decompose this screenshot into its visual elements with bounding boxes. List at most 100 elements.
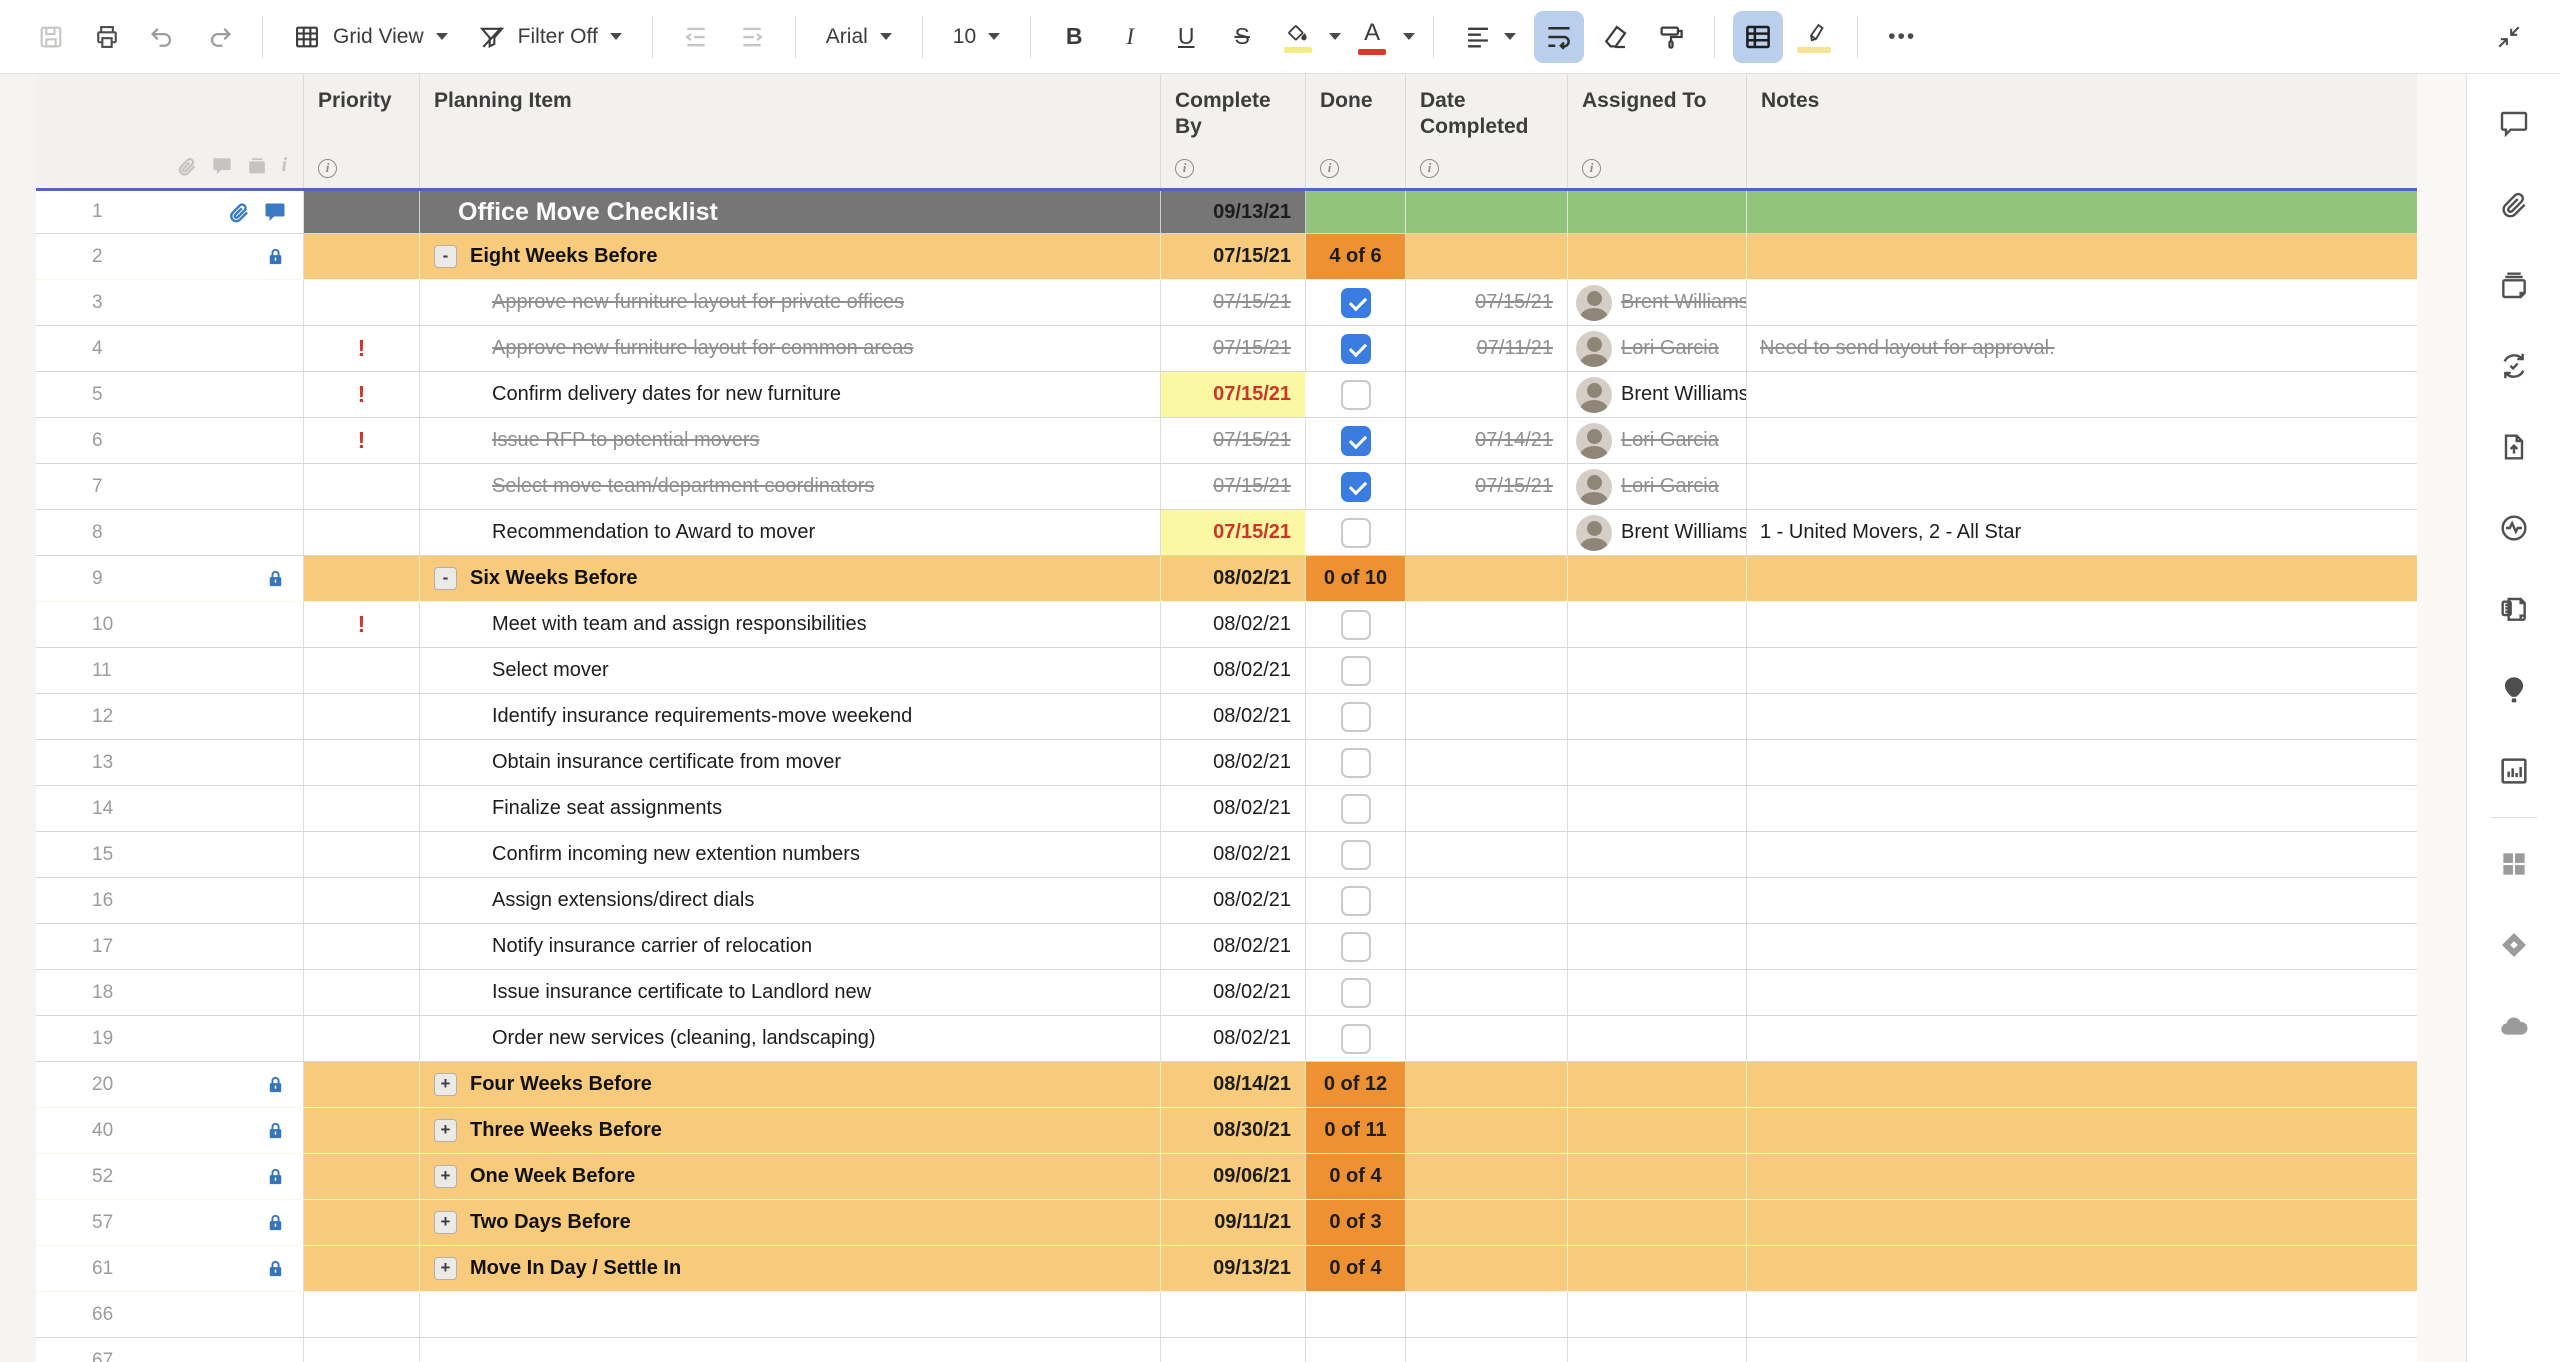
date-completed-cell[interactable] [1406, 740, 1568, 785]
assigned-to-cell[interactable] [1568, 1338, 1747, 1362]
priority-cell[interactable] [304, 556, 420, 601]
row-gutter[interactable]: 15 [36, 832, 304, 877]
row-gutter[interactable]: 61 [36, 1246, 304, 1291]
row-number[interactable]: 12 [92, 706, 140, 728]
complete-by-cell[interactable]: 08/14/21 [1161, 1062, 1306, 1107]
date-completed-cell[interactable] [1406, 372, 1568, 417]
assigned-to-cell[interactable] [1568, 1246, 1747, 1291]
complete-by-cell[interactable]: 08/02/21 [1161, 1016, 1306, 1061]
row-gutter[interactable]: 8 [36, 510, 304, 555]
bold-button[interactable]: B [1049, 11, 1099, 63]
assigned-to-cell[interactable] [1568, 1200, 1747, 1245]
row-number[interactable]: 20 [92, 1074, 140, 1096]
date-completed-cell[interactable] [1406, 556, 1568, 601]
row-number[interactable]: 10 [92, 614, 140, 636]
notes-cell[interactable] [1747, 1292, 2417, 1337]
date-completed-cell[interactable]: 07/14/21 [1406, 418, 1568, 463]
complete-by-cell[interactable]: 07/15/21 [1161, 326, 1306, 371]
row-number[interactable]: 7 [92, 476, 140, 498]
planning-item-cell[interactable]: Approve new furniture layout for private… [420, 280, 1161, 325]
date-completed-cell[interactable] [1406, 648, 1568, 693]
summary-icon[interactable] [2498, 754, 2530, 788]
done-cell[interactable] [1306, 740, 1406, 785]
complete-by-cell[interactable]: 08/02/21 [1161, 648, 1306, 693]
planning-item-cell[interactable]: Obtain insurance certificate from mover [420, 740, 1161, 785]
assigned-to-cell[interactable]: Lori Garcia [1568, 464, 1747, 509]
complete-by-cell[interactable]: 08/02/21 [1161, 878, 1306, 923]
notes-cell[interactable] [1747, 1062, 2417, 1107]
row-gutter[interactable]: 67 [36, 1338, 304, 1362]
complete-by-cell[interactable]: 08/02/21 [1161, 556, 1306, 601]
save-button[interactable] [26, 11, 76, 63]
planning-item-cell[interactable]: Confirm delivery dates for new furniture [420, 372, 1161, 417]
notes-cell[interactable] [1747, 556, 2417, 601]
notes-cell[interactable] [1747, 694, 2417, 739]
notes-cell[interactable] [1747, 1200, 2417, 1245]
priority-cell[interactable] [304, 1338, 420, 1362]
column-header-planning-item[interactable]: Planning Item [420, 74, 1161, 188]
row-number[interactable]: 4 [92, 338, 140, 360]
date-completed-cell[interactable]: 07/15/21 [1406, 464, 1568, 509]
priority-cell[interactable]: ! [304, 326, 420, 371]
date-completed-cell[interactable] [1406, 1108, 1568, 1153]
row-gutter[interactable]: 13 [36, 740, 304, 785]
row-gutter[interactable]: 11 [36, 648, 304, 693]
complete-by-cell[interactable] [1161, 1292, 1306, 1337]
priority-cell[interactable] [304, 280, 420, 325]
notes-cell[interactable] [1747, 1016, 2417, 1061]
expand-section-button[interactable]: + [434, 1119, 457, 1142]
filter-button[interactable]: Filter Off [466, 11, 634, 63]
done-checkbox-unchecked[interactable] [1341, 932, 1371, 962]
priority-cell[interactable]: ! [304, 418, 420, 463]
date-completed-cell[interactable]: 07/11/21 [1406, 326, 1568, 371]
font-family-select[interactable]: Arial [814, 11, 904, 63]
priority-cell[interactable]: ! [304, 372, 420, 417]
assigned-to-cell[interactable] [1568, 786, 1747, 831]
highlight-changes-button[interactable] [1789, 11, 1839, 63]
underline-button[interactable]: U [1161, 11, 1211, 63]
done-cell[interactable] [1306, 326, 1406, 371]
row-gutter[interactable]: 18 [36, 970, 304, 1015]
notes-cell[interactable] [1747, 1108, 2417, 1153]
row-gutter[interactable]: 9 [36, 556, 304, 601]
done-cell[interactable] [1306, 1016, 1406, 1061]
row-gutter[interactable]: 2 [36, 234, 304, 279]
font-color-caret[interactable] [1403, 33, 1415, 40]
done-cell[interactable] [1306, 464, 1406, 509]
column-info-icon[interactable]: i [1175, 159, 1194, 178]
column-header-complete-by[interactable]: Complete By i [1161, 74, 1306, 188]
done-checkbox-unchecked[interactable] [1341, 702, 1371, 732]
row-number[interactable]: 57 [92, 1212, 140, 1234]
notes-cell[interactable] [1747, 1154, 2417, 1199]
date-completed-cell[interactable]: 07/15/21 [1406, 280, 1568, 325]
more-options-button[interactable]: ••• [1876, 11, 1928, 63]
planning-item-cell[interactable]: Office Move Checklist [420, 191, 1161, 233]
attachment-icon[interactable] [227, 200, 251, 224]
priority-cell[interactable] [304, 832, 420, 877]
row-gutter[interactable]: 4 [36, 326, 304, 371]
priority-cell[interactable] [304, 234, 420, 279]
planning-item-cell[interactable]: Recommendation to Award to mover [420, 510, 1161, 555]
row-gutter-header[interactable]: i [36, 74, 304, 188]
redo-button[interactable] [194, 11, 244, 63]
date-completed-cell[interactable] [1406, 832, 1568, 877]
column-info-icon[interactable]: i [318, 159, 337, 178]
complete-by-cell[interactable]: 07/15/21 [1161, 234, 1306, 279]
planning-item-cell[interactable]: Issue RFP to potential movers [420, 418, 1161, 463]
date-completed-cell[interactable] [1406, 602, 1568, 647]
date-completed-cell[interactable] [1406, 510, 1568, 555]
row-number[interactable]: 40 [92, 1120, 140, 1142]
date-completed-cell[interactable] [1406, 191, 1568, 233]
collapse-toolbar-button[interactable] [2484, 11, 2534, 63]
font-color-button[interactable]: A [1347, 11, 1397, 63]
done-cell[interactable] [1306, 510, 1406, 555]
row-number[interactable]: 67 [92, 1350, 140, 1362]
row-number[interactable]: 16 [92, 890, 140, 912]
complete-by-cell[interactable]: 07/15/21 [1161, 280, 1306, 325]
row-number[interactable]: 14 [92, 798, 140, 820]
planning-item-cell[interactable]: -Six Weeks Before [420, 556, 1161, 601]
row-gutter[interactable]: 52 [36, 1154, 304, 1199]
row-number[interactable]: 11 [92, 660, 140, 682]
done-checkbox-unchecked[interactable] [1341, 794, 1371, 824]
expand-section-button[interactable]: + [434, 1211, 457, 1234]
